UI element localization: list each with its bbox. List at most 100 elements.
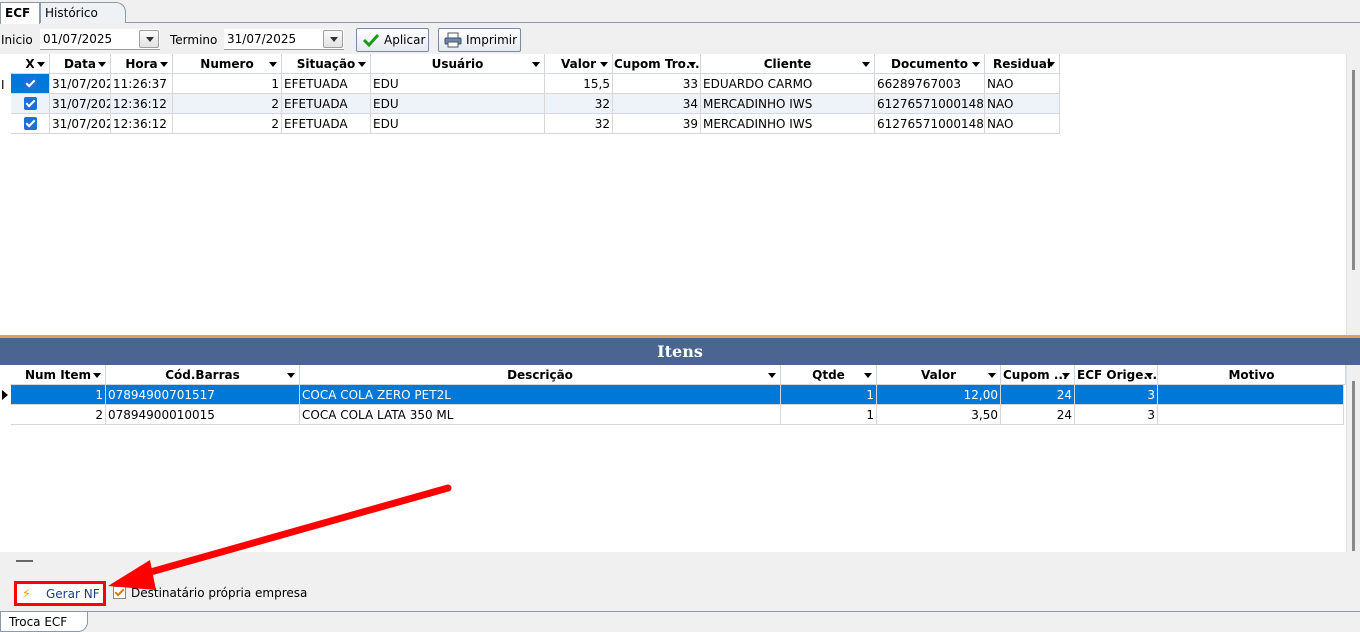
cell-situacao: EFETUADA xyxy=(282,94,371,114)
cell-num-item: 1 xyxy=(11,385,106,405)
cell-valor: 32 xyxy=(545,94,613,114)
cell-valor: 15,5 xyxy=(545,74,613,94)
inicio-dropdown-button[interactable] xyxy=(139,30,159,48)
scrollbar-thumb[interactable] xyxy=(1352,381,1355,551)
tab-ecf[interactable]: ECF xyxy=(0,2,40,24)
itens-grid: Num Item Cód.Barras Descrição Qtde Valor… xyxy=(0,365,1346,552)
inicio-date-field[interactable]: 01/07/2025 xyxy=(40,29,160,50)
termino-label: Termino xyxy=(170,33,218,47)
inicio-label: Inicio xyxy=(1,33,33,47)
cell-cupom: 24 xyxy=(1001,405,1075,425)
cell-documento: 61276571000148 xyxy=(875,114,985,134)
cell-valor: 12,00 xyxy=(877,385,1001,405)
ecf-grid: X Data Hora Numero Situação Usuário Valo… xyxy=(0,54,1346,335)
gerar-nf-button[interactable]: ⚡ Gerar NF xyxy=(14,581,106,606)
cell-usuario: EDU xyxy=(371,74,545,94)
col-motivo[interactable]: Motivo xyxy=(1158,365,1346,385)
cell-residual: NAO xyxy=(985,94,1060,114)
imprimir-label: Imprimir xyxy=(466,33,518,47)
termino-date-field[interactable]: 31/07/2025 xyxy=(224,29,344,50)
check-icon xyxy=(362,33,380,48)
col-qtde[interactable]: Qtde xyxy=(781,365,877,385)
lightning-icon: ⚡ xyxy=(22,587,32,602)
cell-descricao: COCA COLA LATA 350 ML xyxy=(300,405,781,425)
row-checkbox[interactable] xyxy=(24,77,37,90)
aplicar-button[interactable]: Aplicar xyxy=(356,28,429,52)
tab-historico[interactable]: Histórico xyxy=(40,2,126,23)
cell-motivo xyxy=(1158,405,1344,425)
bottom-tabstrip: Troca ECF xyxy=(0,611,1360,632)
itens-title-bar: Itens xyxy=(0,338,1360,365)
col-x[interactable]: X xyxy=(11,54,50,74)
cell-ecf-origem: 3 xyxy=(1075,405,1158,425)
row-checkbox[interactable] xyxy=(24,117,37,130)
col-valor-item[interactable]: Valor xyxy=(877,365,1001,385)
cell-cupom: 39 xyxy=(613,114,701,134)
cell-situacao: EFETUADA xyxy=(282,114,371,134)
row-checkbox[interactable] xyxy=(24,97,37,110)
cell-cupom: 33 xyxy=(613,74,701,94)
gerar-nf-label: Gerar NF xyxy=(46,587,100,601)
cell-descricao: COCA COLA ZERO PET2L xyxy=(300,385,781,405)
col-situacao[interactable]: Situação xyxy=(282,54,371,74)
col-cod-barras[interactable]: Cód.Barras xyxy=(106,365,300,385)
cell-ecf-origem: 3 xyxy=(1075,385,1158,405)
cell-usuario: EDU xyxy=(371,94,545,114)
cell-num-item: 2 xyxy=(11,405,106,425)
inicio-date-value: 01/07/2025 xyxy=(43,32,113,46)
cell-documento: 61276571000148 xyxy=(875,94,985,114)
col-usuario[interactable]: Usuário xyxy=(371,54,545,74)
cell-qtde: 1 xyxy=(781,405,877,425)
imprimir-button[interactable]: Imprimir xyxy=(438,28,521,52)
cell-hora: 12:36:12 xyxy=(111,94,173,114)
col-valor[interactable]: Valor xyxy=(545,54,613,74)
panel-resize-handle[interactable] xyxy=(16,560,33,562)
termino-date-value: 31/07/2025 xyxy=(227,32,297,46)
termino-dropdown-button[interactable] xyxy=(323,30,343,48)
cell-cliente: MERCADINHO IWS xyxy=(701,94,875,114)
cell-situacao: EFETUADA xyxy=(282,74,371,94)
current-row-indicator-icon xyxy=(2,390,8,400)
cell-cupom: 34 xyxy=(613,94,701,114)
cell-valor: 3,50 xyxy=(877,405,1001,425)
cell-data: 31/07/202 xyxy=(50,114,111,134)
col-data[interactable]: Data xyxy=(50,54,111,74)
cell-motivo xyxy=(1158,385,1344,405)
col-numero[interactable]: Numero xyxy=(173,54,282,74)
ecf-grid-scrollbar[interactable] xyxy=(1346,54,1360,335)
scrollbar-thumb[interactable] xyxy=(1352,70,1355,270)
cell-residual: NAO xyxy=(985,74,1060,94)
cell-numero: 1 xyxy=(173,74,282,94)
cell-data: 31/07/202 xyxy=(50,94,111,114)
cell-cliente: MERCADINHO IWS xyxy=(701,114,875,134)
cell-hora: 12:36:12 xyxy=(111,114,173,134)
col-hora[interactable]: Hora xyxy=(111,54,173,74)
top-tabstrip: ECF Histórico xyxy=(0,0,1360,24)
aplicar-label: Aplicar xyxy=(384,33,426,47)
col-cliente[interactable]: Cliente xyxy=(701,54,875,74)
row-checkbox-cell[interactable] xyxy=(11,74,50,94)
destinatario-checkbox[interactable] xyxy=(113,586,126,599)
cell-cod-barras: 07894900010015 xyxy=(106,405,300,425)
col-cupom-item[interactable]: Cupom ... xyxy=(1001,365,1075,385)
col-num-item[interactable]: Num Item xyxy=(11,365,106,385)
text-cursor-icon: I xyxy=(1,78,5,92)
col-ecf-origem[interactable]: ECF Orige... xyxy=(1075,365,1158,385)
cell-hora: 11:26:37 xyxy=(111,74,173,94)
col-descricao[interactable]: Descrição xyxy=(300,365,781,385)
row-checkbox-cell[interactable] xyxy=(11,94,50,114)
col-cupom-troca[interactable]: Cupom Tro... xyxy=(613,54,701,74)
tab-troca-ecf[interactable]: Troca ECF xyxy=(0,612,88,632)
cell-documento: 66289767003 xyxy=(875,74,985,94)
itens-grid-scrollbar[interactable] xyxy=(1346,365,1360,552)
cell-cupom: 24 xyxy=(1001,385,1075,405)
row-checkbox-cell[interactable] xyxy=(11,114,50,134)
cell-data: 31/07/202 xyxy=(50,74,111,94)
col-residual[interactable]: Residual xyxy=(985,54,1060,74)
col-documento[interactable]: Documento xyxy=(875,54,985,74)
cell-cod-barras: 07894900701517 xyxy=(106,385,300,405)
cell-usuario: EDU xyxy=(371,114,545,134)
cell-numero: 2 xyxy=(173,94,282,114)
cell-cliente: EDUARDO CARMO xyxy=(701,74,875,94)
cell-qtde: 1 xyxy=(781,385,877,405)
